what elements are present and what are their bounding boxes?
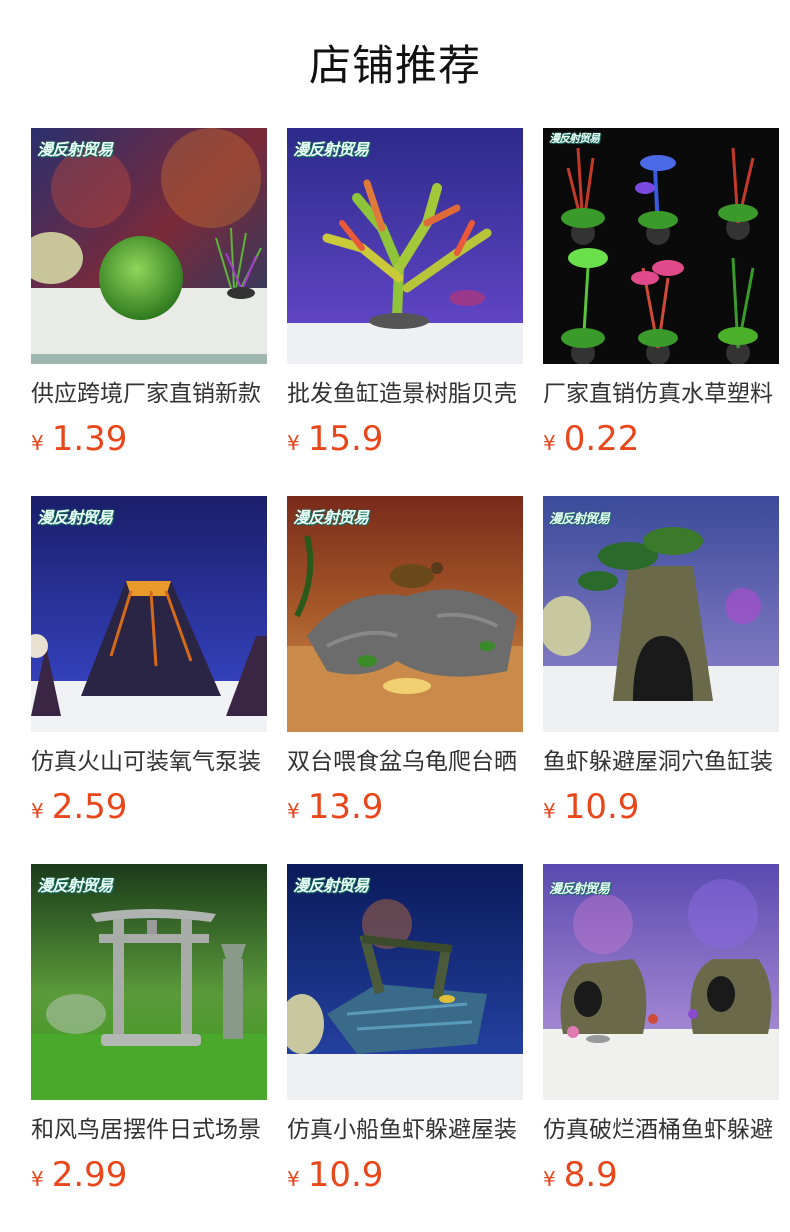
price-value: 10.9	[563, 787, 640, 827]
currency-symbol: ¥	[543, 431, 556, 455]
currency-symbol: ¥	[287, 799, 300, 823]
product-image[interactable]: 漫反射贸易	[287, 864, 523, 1100]
torii-image	[31, 864, 267, 1100]
brand-watermark: 漫反射贸易	[549, 132, 600, 145]
product-name[interactable]: 仿真破烂酒桶鱼虾躲避	[543, 1114, 779, 1146]
product-price: ¥8.9	[543, 1155, 779, 1195]
currency-symbol: ¥	[31, 1167, 44, 1191]
product-name[interactable]: 仿真小船鱼虾躲避屋装	[287, 1114, 523, 1146]
product-image[interactable]: 漫反射贸易	[543, 496, 779, 732]
product-card[interactable]: 漫反射贸易 和风鸟居摆件日式场景 ¥2.99	[31, 864, 267, 1232]
product-image[interactable]: 漫反射贸易	[543, 864, 779, 1100]
product-card[interactable]: 漫反射贸易 供应跨境厂家直销新款 ¥1.39	[31, 128, 267, 496]
brand-watermark: 漫反射贸易	[37, 508, 113, 527]
currency-symbol: ¥	[31, 431, 44, 455]
product-price: ¥10.9	[287, 1155, 523, 1195]
brand-watermark: 漫反射贸易	[549, 512, 610, 527]
product-card[interactable]: 漫反射贸易 鱼虾躲避屋洞穴鱼缸装 ¥10.9	[543, 496, 779, 864]
brand-watermark: 漫反射贸易	[293, 140, 369, 159]
product-price: ¥2.99	[31, 1155, 267, 1195]
product-image[interactable]: 漫反射贸易	[543, 128, 779, 364]
page-title: 店铺推荐	[308, 41, 481, 90]
product-price: ¥1.39	[31, 419, 267, 459]
price-value: 8.9	[563, 1155, 618, 1195]
brand-watermark: 漫反射贸易	[293, 508, 369, 527]
turtle-rock-image	[287, 496, 523, 732]
product-card[interactable]: 漫反射贸易 双台喂食盆乌龟爬台晒 ¥13.9	[287, 496, 523, 864]
brand-watermark: 漫反射贸易	[37, 140, 113, 159]
price-value: 10.9	[307, 1155, 384, 1195]
shipwreck-image	[287, 864, 523, 1100]
price-value: 1.39	[51, 419, 128, 459]
product-price: ¥10.9	[543, 787, 779, 827]
product-name[interactable]: 仿真火山可装氧气泵装	[31, 746, 267, 778]
product-price: ¥13.9	[287, 787, 523, 827]
barrel-image	[543, 864, 779, 1100]
product-grid: 漫反射贸易 供应跨境厂家直销新款 ¥1.39 漫反射贸易 批发鱼缸造景树脂贝壳 …	[31, 128, 779, 1232]
product-price: ¥2.59	[31, 787, 267, 827]
brand-watermark: 漫反射贸易	[549, 882, 610, 897]
tree-cave-image	[543, 496, 779, 732]
product-name[interactable]: 双台喂食盆乌龟爬台晒	[287, 746, 523, 778]
product-card[interactable]: 漫反射贸易 仿真破烂酒桶鱼虾躲避 ¥8.9	[543, 864, 779, 1232]
currency-symbol: ¥	[31, 799, 44, 823]
product-card[interactable]: 漫反射贸易 仿真小船鱼虾躲避屋装 ¥10.9	[287, 864, 523, 1232]
currency-symbol: ¥	[543, 799, 556, 823]
product-name[interactable]: 鱼虾躲避屋洞穴鱼缸装	[543, 746, 779, 778]
currency-symbol: ¥	[287, 431, 300, 455]
coral-image	[287, 128, 523, 364]
volcano-image	[31, 496, 267, 732]
currency-symbol: ¥	[287, 1167, 300, 1191]
price-value: 13.9	[307, 787, 384, 827]
product-image[interactable]: 漫反射贸易	[31, 128, 267, 364]
plants-image	[543, 128, 779, 364]
product-name[interactable]: 供应跨境厂家直销新款	[31, 378, 267, 410]
price-value: 15.9	[307, 419, 384, 459]
brand-watermark: 漫反射贸易	[37, 876, 113, 895]
moss-ball-image	[31, 128, 267, 364]
product-image[interactable]: 漫反射贸易	[287, 496, 523, 732]
product-price: ¥0.22	[543, 419, 779, 459]
brand-watermark: 漫反射贸易	[293, 876, 369, 895]
product-name[interactable]: 厂家直销仿真水草塑料	[543, 378, 779, 410]
price-value: 0.22	[563, 419, 640, 459]
price-value: 2.59	[51, 787, 128, 827]
product-image[interactable]: 漫反射贸易	[31, 864, 267, 1100]
store-recommendations-page: 店铺推荐 漫反射贸易 供应跨境厂家直销新款 ¥ 1.39 漫反射贸易 批发鱼缸造…	[0, 0, 790, 1232]
price-value: 2.99	[51, 1155, 128, 1195]
product-name[interactable]: 批发鱼缸造景树脂贝壳	[287, 378, 523, 410]
product-card[interactable]: 漫反射贸易 批发鱼缸造景树脂贝壳 ¥15.9	[287, 128, 523, 496]
product-price: ¥15.9	[287, 419, 523, 459]
product-image[interactable]: 漫反射贸易	[287, 128, 523, 364]
product-card[interactable]: 漫反射贸易 仿真火山可装氧气泵装 ¥2.59	[31, 496, 267, 864]
product-name[interactable]: 和风鸟居摆件日式场景	[31, 1114, 267, 1146]
currency-symbol: ¥	[543, 1167, 556, 1191]
product-card[interactable]: 漫反射贸易 厂家直销仿真水草塑料 ¥0.22	[543, 128, 779, 496]
product-image[interactable]: 漫反射贸易	[31, 496, 267, 732]
